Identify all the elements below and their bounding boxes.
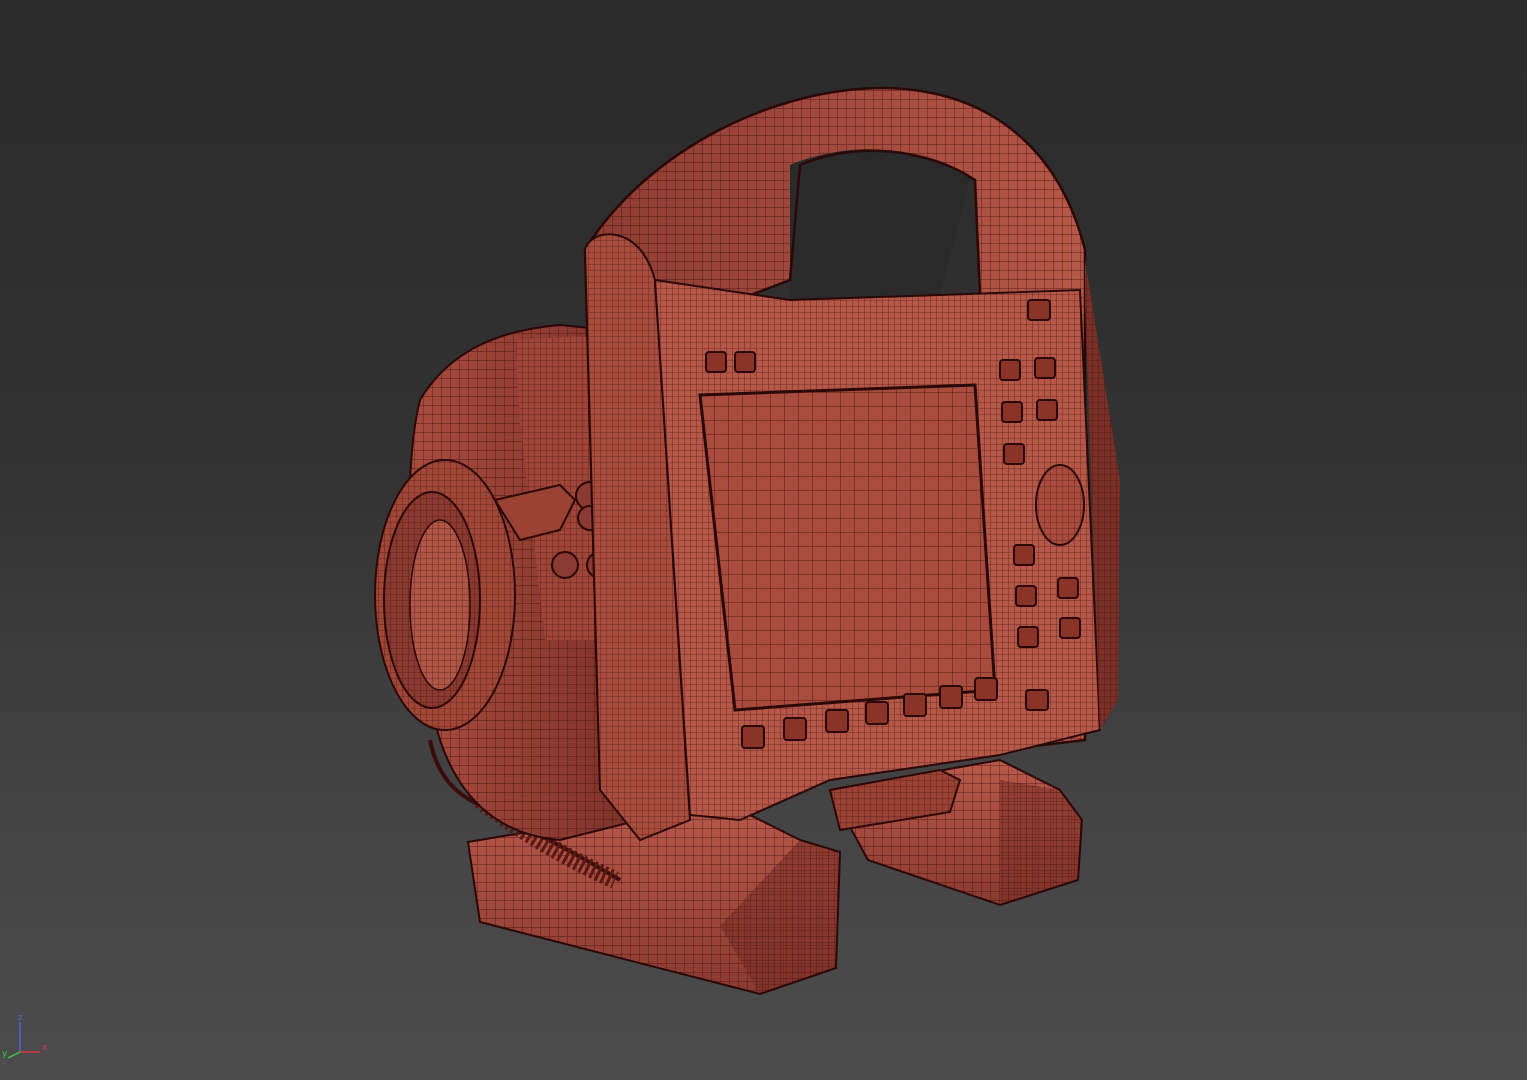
defib-paddle [374,459,516,731]
x-axis-label: x [42,1043,48,1053]
y-axis-line [7,1051,21,1059]
rotary-knob [1035,464,1085,546]
3d-viewport[interactable]: z x y [0,0,1527,1080]
z-axis-label: z [18,1013,23,1023]
axis-gizmo: z x y [2,1013,48,1059]
y-axis-label: y [2,1049,8,1059]
model-render[interactable] [0,0,1527,1080]
monitor-screen [698,383,997,712]
